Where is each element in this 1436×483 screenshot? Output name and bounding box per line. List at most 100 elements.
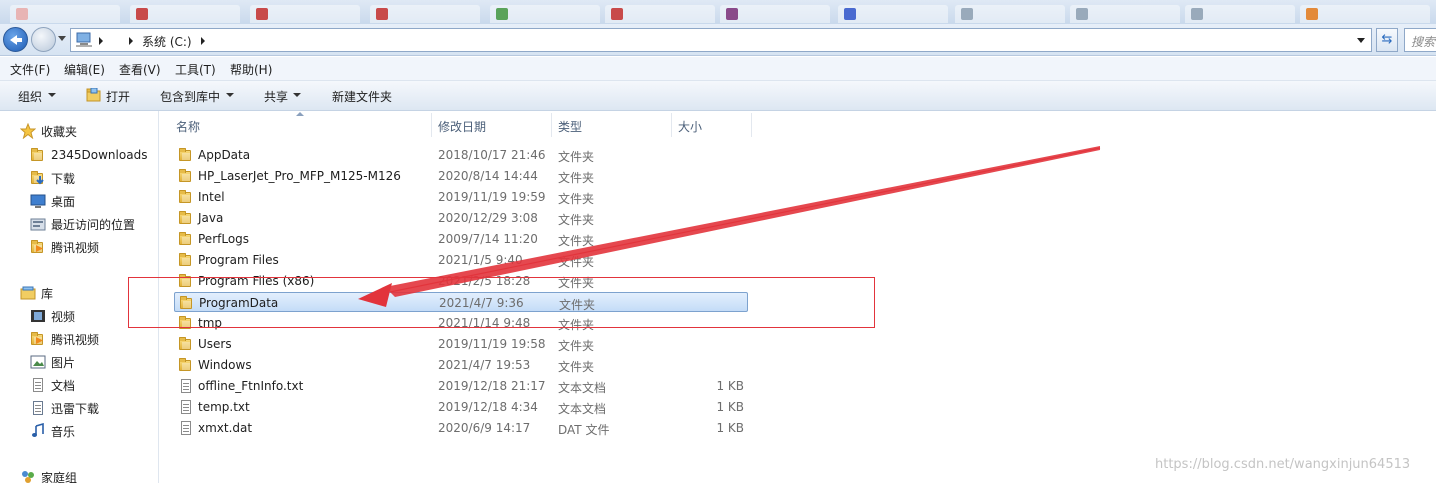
file-type: 文件夹 [558, 234, 595, 248]
folder-icon [178, 210, 194, 226]
back-button[interactable] [3, 27, 28, 52]
nav-item-tencent-video[interactable]: 腾讯视频 [30, 237, 99, 257]
file-type: 文件夹 [558, 192, 595, 206]
column-label: 类型 [558, 120, 583, 134]
search-input[interactable]: 搜索 [1404, 28, 1436, 52]
blurred-tab [1070, 5, 1180, 23]
file-modified-date: 2019/12/18 21:17 [438, 379, 546, 393]
file-type: 文件夹 [558, 255, 595, 269]
file-type: 文件夹 [558, 213, 595, 227]
nav-favorites[interactable]: 收藏夹 [19, 121, 78, 141]
file-name: Windows [198, 358, 252, 372]
nav-item-2345downloads[interactable]: 2345Downloads [30, 145, 147, 165]
nav-label: 腾讯视频 [51, 332, 100, 347]
breadcrumb-drive[interactable]: 系统 (C:) [142, 33, 192, 50]
folder-icon [178, 231, 194, 247]
file-size: 1 KB [716, 400, 744, 414]
video-film-icon [30, 308, 46, 324]
menu-help[interactable]: 帮助(H) [230, 61, 272, 78]
column-header-type[interactable]: 类型 [552, 113, 672, 137]
menu-edit[interactable]: 编辑(E) [64, 61, 105, 78]
nav-homegroup[interactable]: 家庭组 [20, 467, 77, 483]
breadcrumb-chevron-icon[interactable] [129, 37, 133, 45]
file-name: Program Files [198, 253, 279, 267]
nav-label: 2345Downloads [51, 148, 148, 162]
address-history-dropdown[interactable] [1357, 38, 1365, 43]
nav-item-recent-places[interactable]: 最近访问的位置 [30, 214, 135, 234]
folder-icon [30, 400, 46, 416]
address-bar[interactable]: 系统 (C:) [70, 28, 1372, 52]
file-row[interactable]: Java 2020/12/29 3:08 文件夹 [174, 208, 748, 228]
file-row[interactable]: Program Files 2021/1/5 9:40 文件夹 [174, 250, 748, 270]
file-row[interactable]: xmxt.dat 2020/6/9 14:17 DAT 文件 1 KB [174, 418, 748, 438]
file-name: PerfLogs [198, 232, 250, 246]
menu-tools[interactable]: 工具(T) [175, 61, 216, 78]
file-type: 文本文档 [558, 402, 607, 416]
nav-item-music[interactable]: 音乐 [30, 421, 75, 441]
search-placeholder: 搜索 [1411, 35, 1436, 49]
refresh-icon: ⇆ [1381, 32, 1393, 47]
file-row[interactable]: temp.txt 2019/12/18 4:34 文本文档 1 KB [174, 397, 748, 417]
blurred-tab [370, 5, 480, 23]
file-name: xmxt.dat [198, 421, 253, 435]
file-name: offline_FtnInfo.txt [198, 379, 304, 393]
file-modified-date: 2018/10/17 21:46 [438, 148, 546, 162]
nav-label: 收藏夹 [41, 124, 78, 139]
file-modified-date: 2021/1/5 9:40 [438, 253, 523, 267]
recent-pages-dropdown[interactable] [58, 36, 66, 41]
file-row[interactable]: Users 2019/11/19 19:58 文件夹 [174, 334, 748, 354]
file-modified-date: 2019/11/19 19:58 [438, 337, 546, 351]
open-button[interactable]: 打开 [106, 88, 130, 105]
forward-button[interactable] [31, 27, 56, 52]
share-button[interactable]: 共享 [264, 88, 288, 105]
organize-button[interactable]: 组织 [18, 88, 42, 105]
nav-label: 图片 [51, 355, 76, 370]
breadcrumb-chevron-icon[interactable] [99, 37, 103, 45]
file-row[interactable]: HP_LaserJet_Pro_MFP_M125-M126 2020/8/14 1… [174, 166, 748, 186]
file-name: Java [198, 211, 224, 225]
nav-label: 腾讯视频 [51, 240, 100, 255]
nav-item-downloads[interactable]: 下载 [30, 168, 75, 188]
column-header-modified[interactable]: 修改日期 [432, 113, 552, 137]
star-icon [19, 122, 37, 140]
include-in-library-button[interactable]: 包含到库中 [160, 88, 220, 105]
file-modified-date: 2020/6/9 14:17 [438, 421, 531, 435]
nav-item-desktop[interactable]: 桌面 [30, 191, 75, 211]
file-row[interactable]: Windows 2021/4/7 19:53 文件夹 [174, 355, 748, 375]
file-row[interactable]: AppData 2018/10/17 21:46 文件夹 [174, 145, 748, 165]
blurred-tab [1185, 5, 1295, 23]
folder-icon [178, 147, 194, 163]
tencent-video-icon [30, 331, 46, 347]
file-row[interactable]: PerfLogs 2009/7/14 11:20 文件夹 [174, 229, 748, 249]
nav-item-documents[interactable]: 文档 [30, 375, 75, 395]
file-size: 1 KB [716, 379, 744, 393]
nav-label: 桌面 [51, 194, 76, 209]
refresh-button[interactable]: ⇆ [1376, 28, 1398, 52]
blurred-tab [605, 5, 715, 23]
nav-item-tencent-video-library[interactable]: 腾讯视频 [30, 329, 99, 349]
blurred-tab [720, 5, 830, 23]
breadcrumb-chevron-icon[interactable] [201, 37, 205, 45]
nav-label: 库 [41, 286, 54, 301]
nav-item-thunder-downloads[interactable]: 迅雷下载 [30, 398, 99, 418]
file-type: 文件夹 [558, 339, 595, 353]
nav-libraries[interactable]: 库 [20, 283, 53, 303]
file-name: HP_LaserJet_Pro_MFP_M125-M126 [198, 169, 401, 183]
open-folder-icon [86, 88, 101, 102]
column-header-name[interactable]: 名称 [170, 113, 432, 137]
recent-places-icon [30, 216, 46, 232]
nav-item-pictures[interactable]: 图片 [30, 352, 75, 372]
documents-icon [30, 377, 46, 393]
menu-bar: 文件(F) 编辑(E) 查看(V) 工具(T) 帮助(H) [0, 57, 1436, 81]
column-header-size[interactable]: 大小 [672, 113, 752, 137]
file-modified-date: 2019/12/18 4:34 [438, 400, 538, 414]
file-modified-date: 2021/4/7 19:53 [438, 358, 531, 372]
menu-view[interactable]: 查看(V) [119, 61, 161, 78]
nav-item-videos[interactable]: 视频 [30, 306, 75, 326]
blurred-tab [1300, 5, 1430, 23]
menu-file[interactable]: 文件(F) [10, 61, 50, 78]
new-folder-button[interactable]: 新建文件夹 [332, 88, 392, 105]
file-row[interactable]: Intel 2019/11/19 19:59 文件夹 [174, 187, 748, 207]
file-row[interactable]: offline_FtnInfo.txt 2019/12/18 21:17 文本文档 1… [174, 376, 748, 396]
nav-label: 文档 [51, 378, 76, 393]
